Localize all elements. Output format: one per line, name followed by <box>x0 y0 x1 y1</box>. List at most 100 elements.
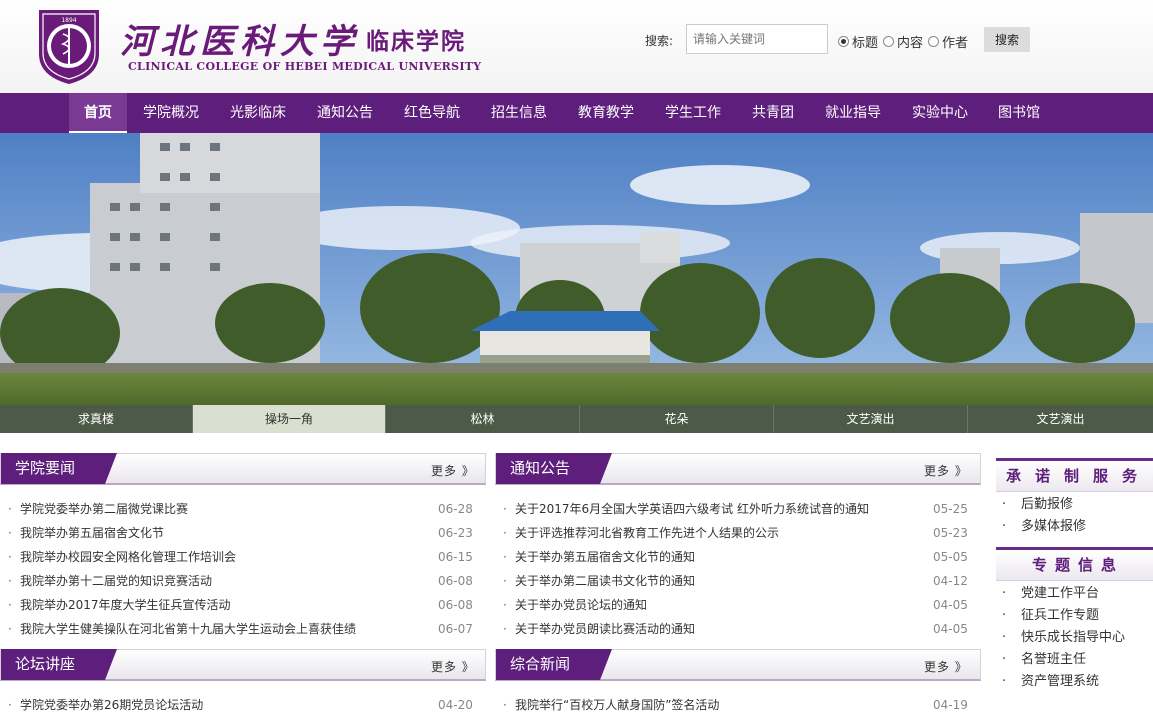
item-date: 04-20 <box>438 698 473 712</box>
list-item[interactable]: · 学院党委举办第26期党员论坛活动 04-20 <box>0 693 486 717</box>
item-title[interactable]: 学院党委举办第26期党员论坛活动 <box>20 693 203 717</box>
bullet-icon: · <box>1002 586 1007 601</box>
list-item[interactable]: · 我院举办2017年度大学生征兵宣传活动 06-08 <box>0 593 486 617</box>
nav-item-notices[interactable]: 通知公告 <box>309 93 381 133</box>
banner-thumb[interactable]: 求真楼 <box>0 405 193 433</box>
more-link[interactable]: 更多 》 <box>431 658 475 675</box>
banner-thumbnail-strip: 求真楼 操场一角 松林 花朵 文艺演出 文艺演出 <box>0 405 1153 433</box>
sidebar-link-label[interactable]: 党建工作平台 <box>1021 583 1099 605</box>
sidebar-link[interactable]: · 快乐成长指导中心 <box>996 627 1153 649</box>
site-header: 1894 河北医科大学 临床学院 CLINICAL COLLEGE OF HEB… <box>0 0 1153 93</box>
sidebar-link[interactable]: · 名誉班主任 <box>996 649 1153 671</box>
sidebar-link[interactable]: · 后勤报修 <box>996 494 1153 516</box>
banner-thumb[interactable]: 文艺演出 <box>968 405 1153 433</box>
sidebar-link-label[interactable]: 后勤报修 <box>1021 494 1073 516</box>
topics-list: · 党建工作平台 · 征兵工作专题 · 快乐成长指导中心 · 名誉班主任 · 资产管理系统 <box>996 583 1153 693</box>
nav-item-about[interactable]: 学院概况 <box>135 93 207 133</box>
list-item[interactable]: · 我院举行“百校万人献身国防”签名活动 04-19 <box>495 693 981 717</box>
item-date: 04-05 <box>933 598 968 612</box>
item-title[interactable]: 关于举办党员朗读比赛活动的通知 <box>515 617 695 641</box>
list-item[interactable]: · 我院举办校园安全网格化管理工作培训会 06-15 <box>0 545 486 569</box>
item-title[interactable]: 我院举办2017年度大学生征兵宣传活动 <box>20 593 231 617</box>
panel-title: 学院要闻 <box>1 453 117 484</box>
banner-thumb[interactable]: 花朵 <box>580 405 774 433</box>
service-sidebar-box: 承诺制服务 · 后勤报修 · 多媒体报修 <box>996 458 1153 542</box>
search-option-author[interactable]: 作者 <box>928 32 968 51</box>
nav-item-youth-league[interactable]: 共青团 <box>741 93 805 133</box>
bullet-icon: · <box>1002 608 1007 623</box>
bullet-icon: · <box>503 502 507 516</box>
radio-icon[interactable] <box>883 36 894 47</box>
banner-thumb[interactable]: 文艺演出 <box>774 405 968 433</box>
nav-item-gallery[interactable]: 光影临床 <box>222 93 294 133</box>
nav-item-education[interactable]: 教育教学 <box>570 93 642 133</box>
search-option-title[interactable]: 标题 <box>838 32 878 51</box>
panel-header: 学院要闻 更多 》 <box>0 453 486 485</box>
banner-thumb-active[interactable]: 操场一角 <box>193 405 386 433</box>
item-title[interactable]: 关于举办第二届读书文化节的通知 <box>515 569 695 593</box>
sidebar-link-label[interactable]: 名誉班主任 <box>1021 649 1086 671</box>
list-item[interactable]: · 学院党委举办第二届微党课比赛 06-28 <box>0 497 486 521</box>
sidebar-link[interactable]: · 多媒体报修 <box>996 516 1153 538</box>
list-item[interactable]: · 关于举办第二届读书文化节的通知 04-12 <box>495 569 981 593</box>
nav-item-admissions[interactable]: 招生信息 <box>483 93 555 133</box>
search-button[interactable]: 搜索 <box>984 27 1030 52</box>
list-item[interactable]: · 我院举办第十二届党的知识竞赛活动 06-08 <box>0 569 486 593</box>
seal-year: 1894 <box>61 17 76 24</box>
item-title[interactable]: 我院举办第五届宿舍文化节 <box>20 521 164 545</box>
bullet-icon: · <box>8 574 12 588</box>
item-title[interactable]: 关于举办党员论坛的通知 <box>515 593 647 617</box>
item-title[interactable]: 关于评选推荐河北省教育工作先进个人结果的公示 <box>515 521 779 545</box>
bullet-icon: · <box>503 598 507 612</box>
list-item[interactable]: · 我院举办第五届宿舍文化节 06-23 <box>0 521 486 545</box>
item-title[interactable]: 我院大学生健美操队在河北省第十九届大学生运动会上喜获佳绩 <box>20 617 356 641</box>
sidebar-link-label[interactable]: 多媒体报修 <box>1021 516 1086 538</box>
nav-item-library[interactable]: 图书馆 <box>991 93 1047 133</box>
bullet-icon: · <box>8 550 12 564</box>
radio-icon[interactable] <box>928 36 939 47</box>
sidebar-link[interactable]: · 党建工作平台 <box>996 583 1153 605</box>
list-item[interactable]: · 关于评选推荐河北省教育工作先进个人结果的公示 05-23 <box>495 521 981 545</box>
item-title[interactable]: 关于2017年6月全国大学英语四六级考试 红外听力系统试音的通知 <box>515 497 869 521</box>
item-date: 04-05 <box>933 622 968 636</box>
nav-item-employment[interactable]: 就业指导 <box>817 93 889 133</box>
more-link[interactable]: 更多 》 <box>431 462 475 479</box>
item-title[interactable]: 学院党委举办第二届微党课比赛 <box>20 497 188 521</box>
list-item[interactable]: · 关于举办党员朗读比赛活动的通知 04-05 <box>495 617 981 641</box>
item-date: 06-28 <box>438 502 473 516</box>
banner-slideshow[interactable] <box>0 133 1153 405</box>
bullet-icon: · <box>503 550 507 564</box>
list-item[interactable]: · 我院大学生健美操队在河北省第十九届大学生运动会上喜获佳绩 06-07 <box>0 617 486 641</box>
more-link[interactable]: 更多 》 <box>924 462 968 479</box>
radio-selected-icon[interactable] <box>838 36 849 47</box>
banner-thumb[interactable]: 松林 <box>386 405 580 433</box>
logo-chinese-name: 河北医科大学 <box>120 22 360 62</box>
list-item[interactable]: · 关于举办第五届宿舍文化节的通知 05-05 <box>495 545 981 569</box>
search-option-content[interactable]: 内容 <box>883 32 923 51</box>
search-label: 搜索: <box>645 34 674 48</box>
university-seal-logo[interactable]: 1894 <box>33 6 105 86</box>
item-title[interactable]: 我院举办第十二届党的知识竞赛活动 <box>20 569 212 593</box>
list-item[interactable]: · 关于举办党员论坛的通知 04-05 <box>495 593 981 617</box>
item-title[interactable]: 我院举行“百校万人献身国防”签名活动 <box>515 693 719 717</box>
nav-item-student-work[interactable]: 学生工作 <box>657 93 729 133</box>
notices-panel: 通知公告 更多 》 · 关于2017年6月全国大学英语四六级考试 红外听力系统试音… <box>495 453 981 649</box>
sidebar-link[interactable]: · 资产管理系统 <box>996 671 1153 693</box>
list-item[interactable]: · 关于2017年6月全国大学英语四六级考试 红外听力系统试音的通知 05-25 <box>495 497 981 521</box>
panel-header: 综合新闻 更多 》 <box>495 649 981 681</box>
nav-item-home[interactable]: 首页 <box>69 93 127 133</box>
sidebar-link-label[interactable]: 快乐成长指导中心 <box>1021 627 1125 649</box>
sidebar-link[interactable]: · 征兵工作专题 <box>996 605 1153 627</box>
item-title[interactable]: 我院举办校园安全网格化管理工作培训会 <box>20 545 236 569</box>
item-title[interactable]: 关于举办第五届宿舍文化节的通知 <box>515 545 695 569</box>
nav-item-lab-center[interactable]: 实验中心 <box>904 93 976 133</box>
nav-item-red-nav[interactable]: 红色导航 <box>396 93 468 133</box>
more-link[interactable]: 更多 》 <box>924 658 968 675</box>
main-nav: 首页 学院概况 光影临床 通知公告 红色导航 招生信息 教育教学 学生工作 共青… <box>0 93 1153 133</box>
sidebar-link-label[interactable]: 征兵工作专题 <box>1021 605 1099 627</box>
sidebar-link-label[interactable]: 资产管理系统 <box>1021 671 1099 693</box>
panel-header: 通知公告 更多 》 <box>495 453 981 485</box>
search-input[interactable] <box>686 24 828 54</box>
general-news-panel: 综合新闻 更多 》 · 我院举行“百校万人献身国防”签名活动 04-19 <box>495 649 981 717</box>
forum-panel: 论坛讲座 更多 》 · 学院党委举办第26期党员论坛活动 04-20 <box>0 649 486 717</box>
